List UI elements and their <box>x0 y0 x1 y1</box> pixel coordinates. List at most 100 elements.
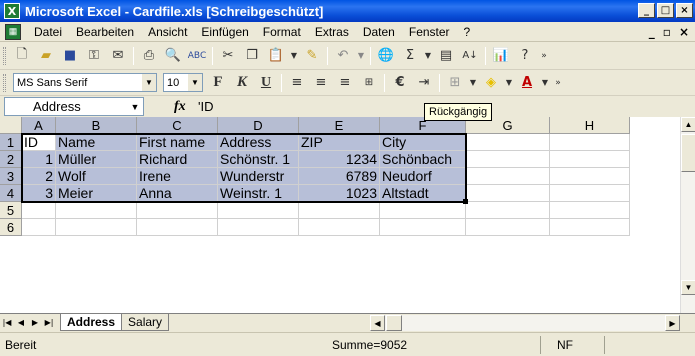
print-preview-icon[interactable]: 🔍 <box>163 46 183 66</box>
horizontal-scroll-thumb[interactable] <box>386 315 402 331</box>
cell-c4[interactable]: Anna <box>137 185 218 202</box>
cell-h2[interactable] <box>550 151 630 168</box>
cell-d1[interactable]: Address <box>218 134 299 151</box>
doc-minimize-button[interactable]: _ <box>649 25 655 39</box>
menu-einfuegen[interactable]: Einfügen <box>194 25 255 39</box>
cell-g4[interactable] <box>466 185 550 202</box>
scroll-up-icon[interactable]: ▲ <box>681 117 695 132</box>
currency-button[interactable]: € <box>390 73 410 93</box>
maximize-button[interactable]: □ <box>657 3 674 18</box>
cell-f2[interactable]: Schönbach <box>380 151 466 168</box>
horizontal-scrollbar[interactable]: ◀ ▶ <box>370 315 680 331</box>
chevron-down-icon[interactable]: ▼ <box>188 74 202 91</box>
spelling-icon[interactable]: ABC <box>187 46 207 66</box>
cell-b3[interactable]: Wolf <box>56 168 137 185</box>
first-sheet-icon[interactable]: |◀ <box>0 315 14 331</box>
doc-close-button[interactable]: × <box>679 25 689 39</box>
chevron-down-icon[interactable]: ▼ <box>142 74 156 91</box>
row-header-2[interactable]: 2 <box>0 151 22 168</box>
cell-g5[interactable] <box>466 202 550 219</box>
cell-d6[interactable] <box>218 219 299 236</box>
menu-datei[interactable]: Datei <box>27 25 69 39</box>
column-header-c[interactable]: C <box>137 117 218 134</box>
cell-e1[interactable]: ZIP <box>299 134 380 151</box>
prev-sheet-icon[interactable]: ◀ <box>14 315 28 331</box>
cell-a3[interactable]: 2 <box>22 168 56 185</box>
menu-fenster[interactable]: Fenster <box>402 25 457 39</box>
cell-c2[interactable]: Richard <box>137 151 218 168</box>
cell-a1[interactable]: ID <box>22 134 56 151</box>
column-header-h[interactable]: H <box>550 117 630 134</box>
cell-f6[interactable] <box>380 219 466 236</box>
fill-color-dropdown-icon[interactable]: ▼ <box>505 73 513 93</box>
align-left-icon[interactable]: ≡ <box>287 73 307 93</box>
cell-d4[interactable]: Weinstr. 1 <box>218 185 299 202</box>
cell-c3[interactable]: Irene <box>137 168 218 185</box>
column-header-b[interactable]: B <box>56 117 137 134</box>
sheet-tab-salary[interactable]: Salary <box>121 314 170 331</box>
cell-d2[interactable]: Schönstr. 1 <box>218 151 299 168</box>
cell-g3[interactable] <box>466 168 550 185</box>
menu-format[interactable]: Format <box>256 25 308 39</box>
cell-h4[interactable] <box>550 185 630 202</box>
spreadsheet-grid[interactable]: A B C D E F G H 1 ID Name First name Address ZIP City 2… <box>0 117 680 313</box>
chevron-down-icon[interactable]: ▼ <box>127 98 143 115</box>
row-header-6[interactable]: 6 <box>0 219 22 236</box>
font-color-icon[interactable]: A <box>517 73 537 93</box>
cell-e2[interactable]: 1234 <box>299 151 380 168</box>
scroll-right-icon[interactable]: ▶ <box>665 315 680 331</box>
new-icon[interactable]: 🗋 <box>12 46 32 66</box>
cell-g1[interactable] <box>466 134 550 151</box>
vertical-scroll-thumb[interactable] <box>681 134 695 172</box>
align-right-icon[interactable]: ≡ <box>335 73 355 93</box>
align-center-icon[interactable]: ≡ <box>311 73 331 93</box>
menu-ansicht[interactable]: Ansicht <box>141 25 194 39</box>
scroll-left-icon[interactable]: ◀ <box>370 315 385 331</box>
column-header-d[interactable]: D <box>218 117 299 134</box>
cell-h1[interactable] <box>550 134 630 151</box>
underline-button[interactable]: U <box>256 73 276 93</box>
cell-e5[interactable] <box>299 202 380 219</box>
borders-icon[interactable]: ⊞ <box>445 73 465 93</box>
fill-color-icon[interactable]: ◈ <box>481 73 501 93</box>
cell-e4[interactable]: 1023 <box>299 185 380 202</box>
cell-h3[interactable] <box>550 168 630 185</box>
name-box[interactable]: Address ▼ <box>4 97 144 116</box>
copy-icon[interactable]: ❐ <box>242 46 262 66</box>
help-icon[interactable]: ? <box>515 46 535 66</box>
cell-b6[interactable] <box>56 219 137 236</box>
row-header-1[interactable]: 1 <box>0 134 22 151</box>
borders-dropdown-icon[interactable]: ▼ <box>469 73 477 93</box>
menu-daten[interactable]: Daten <box>356 25 402 39</box>
cell-a4[interactable]: 3 <box>22 185 56 202</box>
cell-g6[interactable] <box>466 219 550 236</box>
cell-b5[interactable] <box>56 202 137 219</box>
font-size-select[interactable]: 10 ▼ <box>163 73 203 92</box>
cell-a2[interactable]: 1 <box>22 151 56 168</box>
save-icon[interactable]: ■ <box>60 46 80 66</box>
row-header-3[interactable]: 3 <box>0 168 22 185</box>
next-sheet-icon[interactable]: ▶ <box>28 315 42 331</box>
cell-b1[interactable]: Name <box>56 134 137 151</box>
cell-c5[interactable] <box>137 202 218 219</box>
autosum-icon[interactable]: Σ <box>400 46 420 66</box>
minimize-button[interactable]: _ <box>638 3 655 18</box>
toolbar-grip[interactable] <box>3 73 6 92</box>
cell-f5[interactable] <box>380 202 466 219</box>
select-all-corner[interactable] <box>0 117 22 134</box>
excel-app-icon[interactable]: X <box>4 3 20 19</box>
paste-icon[interactable]: 📋 <box>266 46 286 66</box>
menu-bearbeiten[interactable]: Bearbeiten <box>69 25 141 39</box>
print-icon[interactable]: ⎙ <box>139 46 159 66</box>
cell-e3[interactable]: 6789 <box>299 168 380 185</box>
cell-b2[interactable]: Müller <box>56 151 137 168</box>
column-header-a[interactable]: A <box>22 117 56 134</box>
chart-icon[interactable]: 📊 <box>491 46 511 66</box>
autosum-dropdown-icon[interactable]: ▼ <box>424 46 432 66</box>
open-icon[interactable]: ▰ <box>36 46 56 66</box>
cell-g2[interactable] <box>466 151 550 168</box>
cell-d5[interactable] <box>218 202 299 219</box>
cell-d3[interactable]: Wunderstr <box>218 168 299 185</box>
font-name-select[interactable]: MS Sans Serif ▼ <box>13 73 157 92</box>
cell-c6[interactable] <box>137 219 218 236</box>
